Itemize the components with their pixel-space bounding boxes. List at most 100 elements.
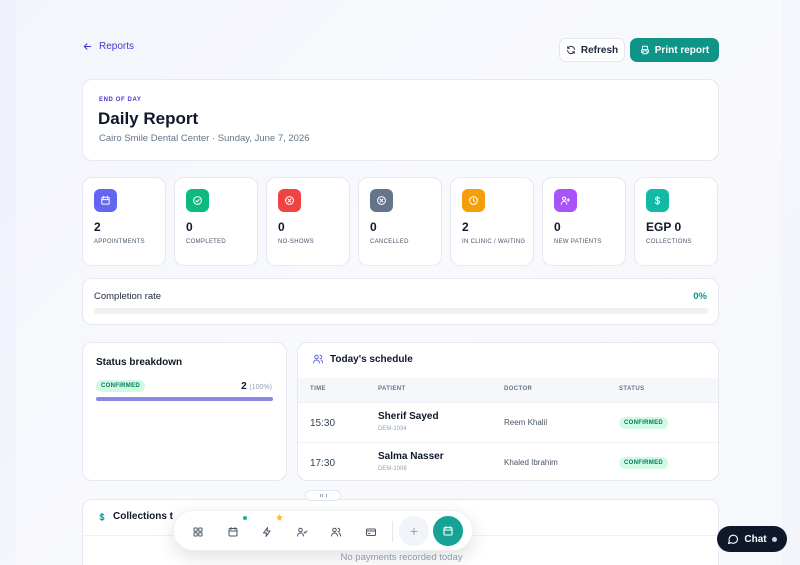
refresh-label: Refresh xyxy=(580,44,619,56)
grid-icon xyxy=(193,527,202,536)
refresh-icon xyxy=(567,45,575,55)
stat-value: 0 xyxy=(278,220,285,234)
top-bar: Reports Refresh Print report xyxy=(82,38,719,62)
user-check-icon xyxy=(296,527,307,536)
calendar-icon xyxy=(94,189,117,212)
print-label: Print report xyxy=(654,44,710,56)
doctor-name: Khaled Ibrahim xyxy=(504,458,558,467)
bottom-dock: + xyxy=(173,510,473,551)
user-plus-icon xyxy=(554,189,577,212)
patient-id: DEM-1034 xyxy=(378,426,407,432)
appointment-time: 15:30 xyxy=(310,418,336,429)
column-header: STATUS xyxy=(619,386,645,392)
dock-drag-handle[interactable] xyxy=(305,490,341,501)
dock-calendar-button[interactable] xyxy=(223,522,242,541)
stat-card-appointments: 2 APPOINTMENTS xyxy=(82,177,166,266)
status-count-value: 2 xyxy=(241,381,247,392)
check-circle-icon xyxy=(186,189,209,212)
clock-icon xyxy=(462,189,485,212)
calendar-icon xyxy=(228,526,237,536)
ban-icon xyxy=(370,189,393,212)
dock-billing-button[interactable] xyxy=(361,522,380,541)
dollar-icon xyxy=(646,189,669,212)
patient-name: Salma Nasser xyxy=(378,451,444,462)
status-percent: (100%) xyxy=(249,384,272,391)
users-icon xyxy=(313,354,323,364)
print-report-button[interactable]: Print report xyxy=(630,38,719,62)
schedule-title: Today's schedule xyxy=(330,353,413,365)
dock-add-button[interactable]: + xyxy=(399,516,429,546)
todays-schedule-card: Today's schedule TIME PATIENT DOCTOR STA… xyxy=(297,342,719,481)
dock-active-calendar-button[interactable] xyxy=(433,516,463,546)
dock-checkin-button[interactable] xyxy=(292,522,311,541)
card-icon xyxy=(365,528,376,536)
stat-label: CANCELLED xyxy=(370,239,409,245)
column-header: TIME xyxy=(310,386,326,392)
stat-label: APPOINTMENTS xyxy=(94,239,145,245)
stat-card-collections: EGP 0 COLLECTIONS xyxy=(634,177,718,266)
stat-value: 0 xyxy=(186,220,193,234)
patient-id: DEM-1006 xyxy=(378,466,407,472)
doctor-name: Reem Khalil xyxy=(504,418,548,427)
chat-button[interactable]: Chat xyxy=(717,526,787,552)
stat-label: NEW PATIENTS xyxy=(554,239,602,245)
arrow-left-icon xyxy=(83,43,92,50)
stat-label: NO-SHOWS xyxy=(278,239,315,245)
table-row[interactable]: 17:30 Salma Nasser DEM-1006 Khaled Ibrah… xyxy=(298,442,718,480)
dock-divider xyxy=(392,521,393,542)
stat-value: 0 xyxy=(554,220,561,234)
status-badge: CONFIRMED xyxy=(619,417,669,429)
stat-value: 2 xyxy=(462,220,469,234)
completion-rate-label: Completion rate xyxy=(94,291,162,302)
status-breakdown-card: Status breakdown CONFIRMED 2 (100%) xyxy=(82,342,287,481)
sparkle-icon xyxy=(276,513,283,521)
chat-bubble-icon xyxy=(728,534,739,545)
chat-label: Chat xyxy=(744,533,767,545)
stat-card-cancelled: 0 CANCELLED xyxy=(358,177,442,266)
patient-name: Sherif Sayed xyxy=(378,411,439,422)
stat-value: 0 xyxy=(370,220,377,234)
status-progress-fill xyxy=(96,397,273,401)
table-header: TIME PATIENT DOCTOR STATUS xyxy=(298,378,718,402)
eyebrow-label: END OF DAY xyxy=(99,97,142,103)
status-badge: CONFIRMED xyxy=(619,457,669,469)
completion-progress-bar xyxy=(94,308,708,314)
back-link-label: Reports xyxy=(99,41,135,52)
stat-label: COLLECTIONS xyxy=(646,239,692,245)
back-link[interactable]: Reports xyxy=(82,41,134,52)
column-header: PATIENT xyxy=(378,386,406,392)
page-subtitle: Cairo Smile Dental Center · Sunday, June… xyxy=(99,133,310,144)
status-progress-bar xyxy=(96,397,273,401)
refresh-button[interactable]: Refresh xyxy=(559,38,625,62)
calendar-icon xyxy=(443,525,453,536)
dollar-icon xyxy=(99,512,105,521)
bolt-icon xyxy=(262,526,270,537)
stat-value: EGP 0 xyxy=(646,220,682,234)
stat-card-new-patients: 0 NEW PATIENTS xyxy=(542,177,626,266)
notification-dot xyxy=(243,516,247,520)
collections-title: Collections t xyxy=(113,511,174,522)
dock-patients-button[interactable] xyxy=(326,522,345,541)
report-header-card: END OF DAY Daily Report Cairo Smile Dent… xyxy=(82,79,719,161)
table-row[interactable]: 15:30 Sherif Sayed DEM-1034 Reem Khalil … xyxy=(298,402,718,442)
completion-rate-value: 0% xyxy=(693,291,707,302)
stat-card-no-shows: 0 NO-SHOWS xyxy=(266,177,350,266)
dock-quick-actions-button[interactable] xyxy=(257,522,276,541)
appointment-time: 17:30 xyxy=(310,458,336,469)
stat-value: 2 xyxy=(94,220,101,234)
completion-rate-card: Completion rate 0% xyxy=(82,278,719,325)
users-icon xyxy=(330,527,341,536)
empty-state-text: No payments recorded today xyxy=(340,552,463,563)
stat-card-completed: 0 COMPLETED xyxy=(174,177,258,266)
collections-header: Collections t xyxy=(97,511,173,522)
dock-dashboard-button[interactable] xyxy=(188,522,207,541)
stat-label: IN CLINIC / WAITING xyxy=(462,239,526,245)
stat-card-in-clinic: 2 IN CLINIC / WAITING xyxy=(450,177,534,266)
page-title: Daily Report xyxy=(98,109,199,128)
status-dot xyxy=(771,536,777,542)
status-badge: CONFIRMED xyxy=(96,380,146,392)
schedule-header: Today's schedule xyxy=(312,353,413,365)
status-count: 2 (100%) xyxy=(241,381,272,392)
stat-label: COMPLETED xyxy=(186,239,227,245)
status-breakdown-title: Status breakdown xyxy=(96,357,183,368)
